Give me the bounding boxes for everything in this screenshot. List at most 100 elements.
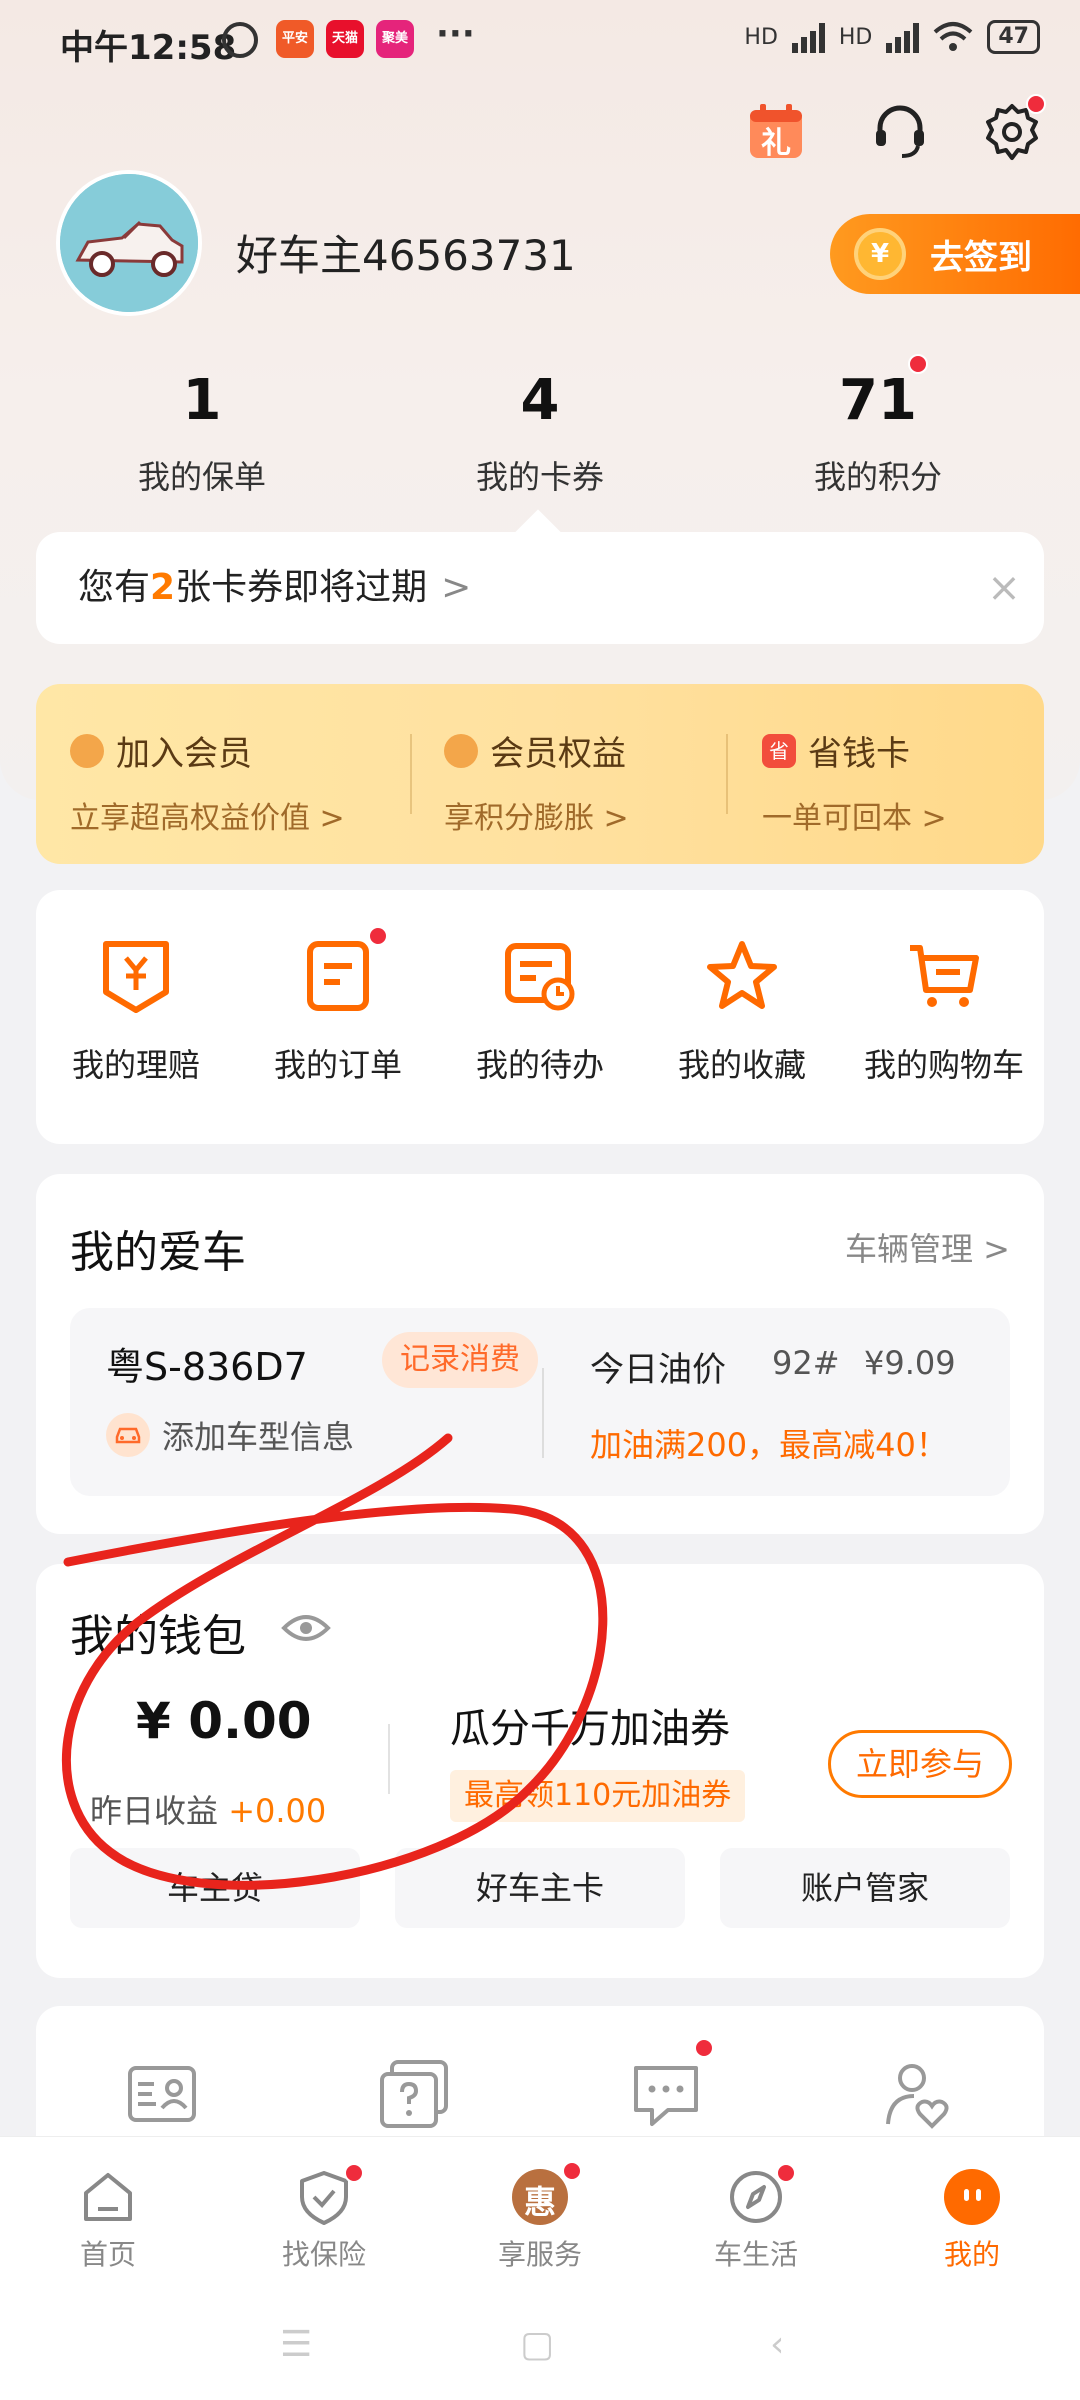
nav-car-life[interactable]: 车生活 — [696, 2163, 816, 2273]
coin-icon: ¥ — [854, 228, 906, 280]
stat-policies[interactable]: 1 我的保单 — [72, 368, 332, 498]
car-info-box[interactable]: 粤S-836D7 记录消费 添加车型信息 今日油价 92# ¥9.09 加油满2… — [70, 1308, 1010, 1496]
stat-value: 71 — [839, 368, 917, 433]
add-car-model[interactable]: 添加车型信息 — [106, 1412, 354, 1458]
stat-value: 1 — [182, 368, 222, 433]
savings-card-title: 省钱卡 — [808, 734, 910, 774]
record-expense-button[interactable]: 记录消费 — [382, 1332, 538, 1388]
wallet-balance[interactable]: ¥ 0.00 — [136, 1692, 312, 1750]
add-car-model-label: 添加车型信息 — [162, 1418, 355, 1456]
message-icon[interactable] — [628, 2056, 704, 2132]
settings-gear-icon[interactable] — [980, 94, 1046, 164]
wallet-title: 我的钱包 — [70, 1611, 246, 1662]
quick-action-claims[interactable]: 我的理赔 — [36, 936, 236, 1086]
id-card-icon[interactable] — [124, 2056, 200, 2132]
status-bar: 中午12:58 平安银行 天猫 聚美 ··· HD HD 47 — [0, 0, 1080, 80]
bank-app-icon: 平安银行 — [276, 20, 314, 58]
gift-label: 礼 — [761, 126, 791, 161]
user-care-icon[interactable] — [880, 2056, 956, 2132]
nav-label: 我的 — [943, 2238, 1000, 2271]
oil-grade: 92# — [772, 1344, 840, 1382]
my-car-title: 我的爱车 — [70, 1227, 246, 1278]
back-icon[interactable]: ‹ — [770, 2324, 784, 2365]
jumei-icon: 聚美 — [376, 20, 414, 58]
crown-icon — [70, 733, 104, 768]
nav-services[interactable]: 惠 享服务 — [480, 2161, 600, 2273]
status-time: 中午12:58 — [60, 28, 237, 68]
quick-action-favorites[interactable]: 我的收藏 — [642, 936, 842, 1086]
shopping-cart-icon — [910, 945, 979, 1007]
nav-label: 车生活 — [713, 2238, 798, 2271]
services-badge — [562, 2161, 582, 2181]
quick-action-todo[interactable]: 我的待办 — [440, 936, 640, 1086]
member-join[interactable]: 加入会员 立享超高权益价值 > — [70, 726, 345, 837]
stat-label: 我的积分 — [813, 458, 942, 496]
gift-calendar-icon[interactable]: 礼 — [744, 100, 808, 164]
quick-actions-card: 我的理赔 我的订单 我的待办 我的收藏 我的购物车 — [36, 890, 1044, 1144]
stat-label: 我的保单 — [137, 458, 266, 496]
nav-label: 首页 — [79, 2238, 136, 2271]
yesterday-value: +0.00 — [228, 1792, 327, 1830]
member-join-title: 加入会员 — [116, 734, 252, 774]
divider — [726, 734, 728, 814]
wallet-card: 我的钱包 ¥ 0.00 昨日收益 +0.00 瓜分千万加油券 最高领110元加油… — [36, 1564, 1044, 1978]
stat-label: 我的卡券 — [475, 458, 604, 496]
wifi-icon — [934, 22, 973, 51]
quick-action-label: 我的收藏 — [677, 1046, 806, 1084]
signin-label: 去签到 — [930, 237, 1032, 278]
help-icon[interactable] — [376, 2056, 452, 2132]
services-icon-label: 惠 — [523, 2183, 556, 2221]
menu-icon[interactable]: ☰ — [280, 2324, 312, 2365]
eye-icon[interactable] — [280, 1608, 332, 1648]
notice-prefix: 您有 — [78, 567, 151, 608]
account-manager-button[interactable]: 账户管家 — [720, 1848, 1010, 1928]
savings-card[interactable]: 省省钱卡 一单可回本 > — [762, 726, 947, 837]
system-navigation-bar: ☰ ▢ ‹ — [0, 2284, 1080, 2400]
divider — [542, 1368, 544, 1458]
oil-price-value: ¥9.09 — [864, 1344, 956, 1382]
vehicle-manage-link[interactable]: 车辆管理 > — [845, 1224, 1010, 1270]
username: 好车主46563731 — [236, 231, 576, 280]
stat-coupons[interactable]: 4 我的卡券 — [410, 368, 670, 498]
stat-points[interactable]: 71 我的积分 — [748, 354, 1008, 498]
my-car-card: 我的爱车 车辆管理 > 粤S-836D7 记录消费 添加车型信息 今日油价 92… — [36, 1174, 1044, 1534]
orders-badge — [368, 926, 388, 946]
quick-action-orders[interactable]: 我的订单 — [238, 926, 438, 1086]
oil-price-title: 今日油价 — [590, 1350, 726, 1390]
car-loan-button[interactable]: 车主贷 — [70, 1848, 360, 1928]
nav-home[interactable]: 首页 — [48, 2167, 168, 2273]
member-benefits-title: 会员权益 — [490, 734, 626, 774]
member-join-sub: 立享超高权益价值 > — [70, 801, 345, 836]
stat-value: 4 — [520, 368, 560, 433]
todo-icon — [505, 943, 575, 1011]
customer-service-icon[interactable] — [868, 100, 932, 164]
avatar[interactable] — [56, 170, 202, 316]
profile-face-icon — [944, 2169, 1000, 2225]
license-plate: 粤S-836D7 — [106, 1345, 308, 1389]
more-notifications-icon: ··· — [436, 14, 475, 54]
home-square-icon[interactable]: ▢ — [520, 2324, 554, 2365]
signal-icon — [886, 21, 920, 53]
nav-insurance[interactable]: 找保险 — [264, 2163, 384, 2273]
nav-mine[interactable]: 我的 — [912, 2167, 1032, 2273]
member-benefits-sub: 享积分膨胀 > — [444, 801, 629, 836]
signin-button[interactable]: ¥ 去签到 — [830, 214, 1080, 294]
quick-action-label: 我的订单 — [273, 1046, 402, 1084]
join-now-button[interactable]: 立即参与 — [828, 1730, 1012, 1798]
divider — [388, 1724, 390, 1794]
savings-card-sub: 一单可回本 > — [762, 801, 947, 836]
quick-action-label: 我的理赔 — [71, 1046, 200, 1084]
member-benefits[interactable]: 会员权益 享积分膨胀 > — [444, 726, 629, 837]
quick-action-cart[interactable]: 我的购物车 — [844, 936, 1044, 1086]
home-icon — [84, 2173, 132, 2221]
car-owner-card-button[interactable]: 好车主卡 — [395, 1848, 685, 1928]
yesterday-label: 昨日收益 — [90, 1792, 219, 1830]
notice-count: 2 — [150, 567, 176, 608]
oil-promo-text[interactable]: 加油满200，最高减40！ — [590, 1420, 948, 1466]
fuel-coupon-promo-tag: 最高领110元加油券 — [450, 1770, 746, 1822]
battery-icon: 47 — [987, 20, 1040, 54]
member-banner: 加入会员 立享超高权益价值 > 会员权益 享积分膨胀 > 省省钱卡 一单可回本 … — [36, 684, 1044, 864]
coupon-expiry-notice[interactable]: 您有2张卡券即将过期 > × — [36, 532, 1044, 644]
close-icon[interactable]: × — [984, 568, 1024, 608]
nav-label: 找保险 — [281, 2238, 366, 2271]
